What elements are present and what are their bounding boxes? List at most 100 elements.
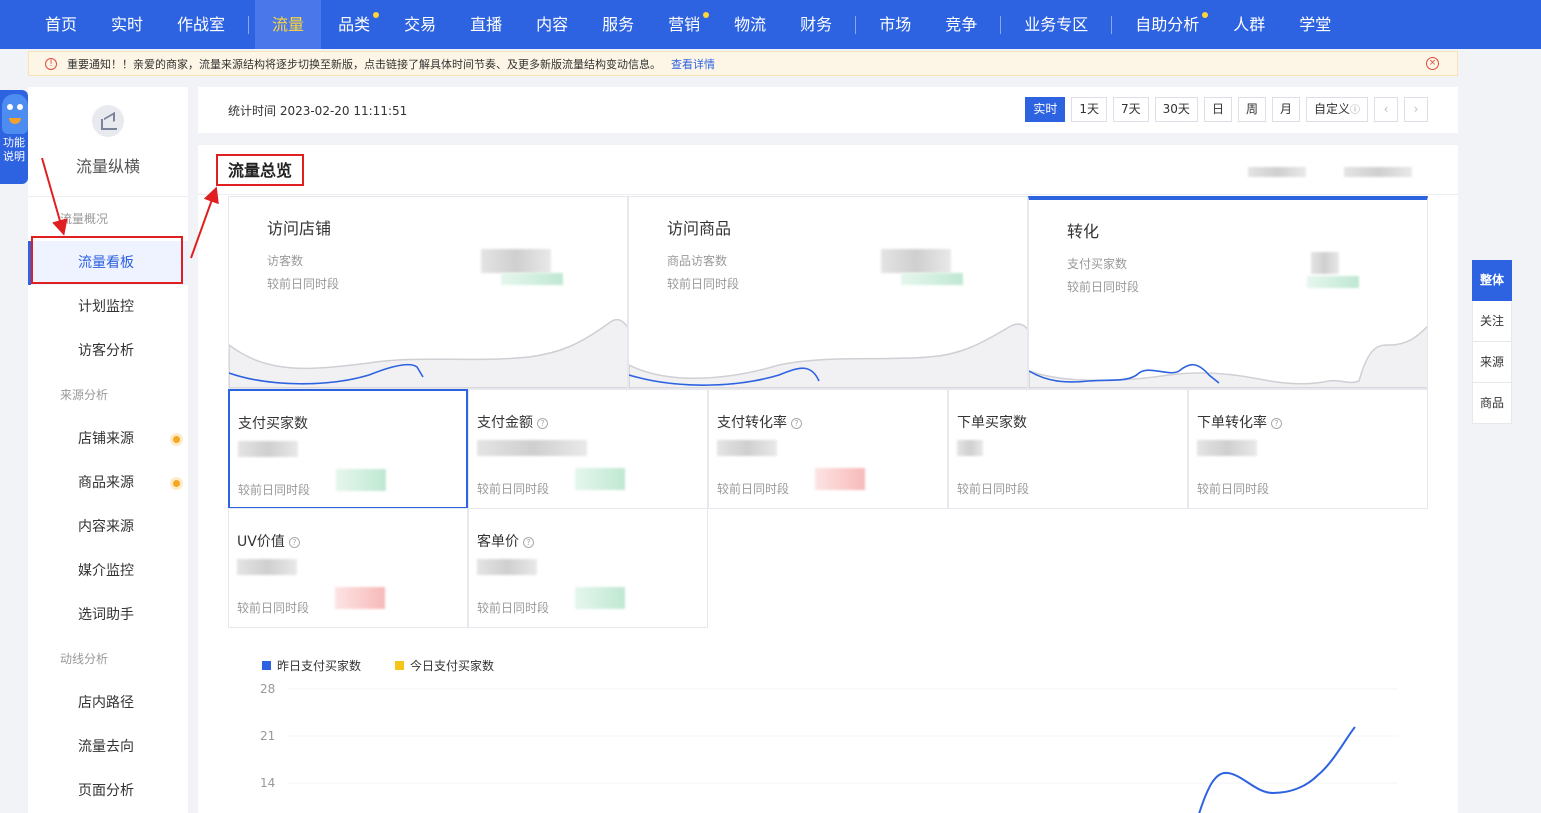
sidebar-item-label: 页面分析 xyxy=(78,783,134,799)
nav-item[interactable]: 物流 xyxy=(717,0,783,49)
help-icon: ⓘ xyxy=(1350,105,1360,116)
notice-text: 重要通知！！亲爱的商家，流量来源结构将逐步切换至新版，点击链接了解具体时间节奏、… xyxy=(67,57,661,71)
blurred-trend xyxy=(575,587,625,609)
nav-item[interactable]: 作战室 xyxy=(160,0,242,49)
time-range-button[interactable]: 自定义ⓘ xyxy=(1305,97,1368,122)
help-icon[interactable]: ? xyxy=(791,417,802,429)
nav-separator xyxy=(248,15,250,34)
time-range-button[interactable]: 1天 xyxy=(1071,97,1108,122)
notice-details-link[interactable]: 查看详情 xyxy=(671,56,715,72)
sidebar-group-label: 流量概况 xyxy=(60,212,109,226)
right-tab[interactable]: 关注 xyxy=(1472,301,1512,342)
sidebar-title: 流量纵横 xyxy=(75,157,140,176)
nav-item[interactable]: 业务专区 xyxy=(1007,0,1105,49)
help-icon[interactable]: ? xyxy=(523,536,534,548)
metric-cell[interactable]: 支付转化率? 较前日同时段 xyxy=(708,389,948,509)
nav-item[interactable]: 品类 xyxy=(321,0,387,49)
feature-help-button[interactable]: 功能说明 xyxy=(0,90,28,184)
funnel-card-sparkline xyxy=(229,318,627,388)
time-range-button[interactable]: 日 xyxy=(1203,97,1232,122)
nav-item[interactable]: 财务 xyxy=(783,0,849,49)
metric-compare-label: 较前日同时段 xyxy=(957,482,1030,496)
metric-cell[interactable]: 下单转化率? 较前日同时段 xyxy=(1188,389,1428,509)
nav-item-label: 直播 xyxy=(470,15,503,34)
nav-item[interactable]: 营销 xyxy=(651,0,717,49)
metric-title: 下单买家数 xyxy=(957,412,1027,432)
nav-item[interactable]: 自助分析 xyxy=(1118,0,1216,49)
sidebar-item[interactable]: 店铺来源 xyxy=(28,417,188,461)
time-range-button[interactable]: 30天 xyxy=(1154,97,1198,122)
metric-compare-label: 较前日同时段 xyxy=(1197,482,1270,496)
funnel-card[interactable]: 转化 支付买家数 较前日同时段 xyxy=(1028,196,1428,389)
sidebar-item[interactable]: 流量去向 xyxy=(28,725,188,769)
nav-item[interactable]: 首页 xyxy=(28,0,94,49)
sidebar-item[interactable]: 内容来源 xyxy=(28,505,188,549)
right-tab-label: 来源 xyxy=(1479,355,1504,369)
metric-cell[interactable]: 支付买家数 较前日同时段 xyxy=(228,389,468,509)
funnel-card[interactable]: 访问店铺 访客数 较前日同时段 xyxy=(228,196,628,389)
right-tab[interactable]: 整体 xyxy=(1472,260,1512,301)
time-range-button[interactable]: 月 xyxy=(1271,97,1300,122)
app-root: 首页 实时 作战室 流量 品类 交易 直播 内容 服务 营销 物流 财务 市场 竞争 业务专区 自助分析 人群学… xyxy=(0,0,1541,813)
help-icon[interactable]: ? xyxy=(288,536,300,548)
metric-title-label: 支付金额 xyxy=(477,415,533,431)
time-range-button[interactable]: 实时 xyxy=(1025,97,1066,122)
nav-item-label: 首页 xyxy=(45,15,78,34)
funnel-card[interactable]: 访问商品 商品访客数 较前日同时段 xyxy=(628,196,1028,389)
metric-title: 客单价? xyxy=(477,531,534,551)
legend-item[interactable]: 昨日支付买家数 xyxy=(262,657,361,674)
right-tab[interactable]: 商品 xyxy=(1472,383,1512,424)
metric-title-label: 支付买家数 xyxy=(238,416,308,432)
nav-item-label: 内容 xyxy=(536,15,569,34)
metric-title-label: 客单价 xyxy=(477,534,519,550)
sidebar-item[interactable]: 媒介监控 xyxy=(28,549,188,593)
metric-cell[interactable]: UV价值? 较前日同时段 xyxy=(228,508,468,628)
time-range-label: 日 xyxy=(1211,102,1224,116)
blurred-trend xyxy=(336,469,386,491)
help-icon[interactable]: ? xyxy=(1271,417,1282,429)
sidebar-item-label: 店铺来源 xyxy=(78,431,134,447)
metric-cell[interactable]: 支付金额? 较前日同时段 xyxy=(468,389,708,509)
nav-item[interactable]: 直播 xyxy=(453,0,519,49)
time-range-button[interactable]: 7天 xyxy=(1113,97,1149,122)
nav-item[interactable]: 竞争 xyxy=(928,0,994,49)
nav-item-label: 实时 xyxy=(111,15,144,34)
nav-item[interactable]: 学堂 xyxy=(1282,0,1348,49)
nav-item[interactable]: 交易 xyxy=(387,0,453,49)
right-tab[interactable]: 来源 xyxy=(1472,342,1512,383)
sidebar-item[interactable]: 计划监控 xyxy=(28,285,188,329)
time-range-button[interactable]: 周 xyxy=(1237,97,1266,122)
sidebar-item[interactable]: 访客分析 xyxy=(28,329,188,373)
overview-panel: 流量总览 访问店铺 访客数 较前日同时段 访问商品 商品访客数 较前日同时段 转化 支付买家数… xyxy=(198,145,1458,813)
metric-cell[interactable]: 客单价? 较前日同时段 xyxy=(468,508,708,628)
prev-arrow-button[interactable]: ‹ xyxy=(1374,97,1398,122)
metric-compare-label: 较前日同时段 xyxy=(477,482,550,496)
nav-item[interactable]: 实时 xyxy=(94,0,160,49)
sidebar-item-label: 内容来源 xyxy=(78,519,134,535)
time-bar: 统计时间 2023-02-20 11:11:51 实时 1天 7天 30天日周月自定义… xyxy=(198,87,1458,133)
metric-cell[interactable]: 下单买家数较前日同时段 xyxy=(948,389,1188,509)
nav-separator xyxy=(1111,15,1113,34)
sidebar-group-label: 动线分析 xyxy=(60,652,109,666)
nav-item[interactable]: 内容 xyxy=(519,0,585,49)
sidebar-item[interactable]: 选词助手 xyxy=(28,593,188,637)
legend-item[interactable]: 今日支付买家数 xyxy=(395,657,494,674)
help-icon[interactable]: ? xyxy=(537,417,548,429)
nav-item[interactable]: 市场 xyxy=(862,0,928,49)
nav-item-label: 交易 xyxy=(404,15,437,34)
next-arrow-button[interactable]: › xyxy=(1404,97,1428,122)
time-range-label: 30天 xyxy=(1162,102,1190,116)
sidebar-item[interactable]: 商品来源 xyxy=(28,461,188,505)
nav-item[interactable]: 人群 xyxy=(1216,0,1282,49)
nav-item[interactable]: 流量 xyxy=(255,0,322,49)
sidebar-item[interactable]: 页面分析 xyxy=(28,769,188,813)
legend-swatch xyxy=(395,661,405,670)
legend-swatch xyxy=(262,661,271,670)
close-icon[interactable]: × xyxy=(1426,57,1439,70)
nav-item[interactable]: 服务 xyxy=(585,0,651,49)
sidebar-item[interactable]: 店内路径 xyxy=(28,681,188,725)
sidebar-header: 流量纵横 xyxy=(28,87,188,197)
blurred-value xyxy=(957,440,983,456)
legend-label: 昨日支付买家数 xyxy=(277,659,362,673)
chart-legend: 昨日支付买家数 今日支付买家数 xyxy=(262,657,528,674)
